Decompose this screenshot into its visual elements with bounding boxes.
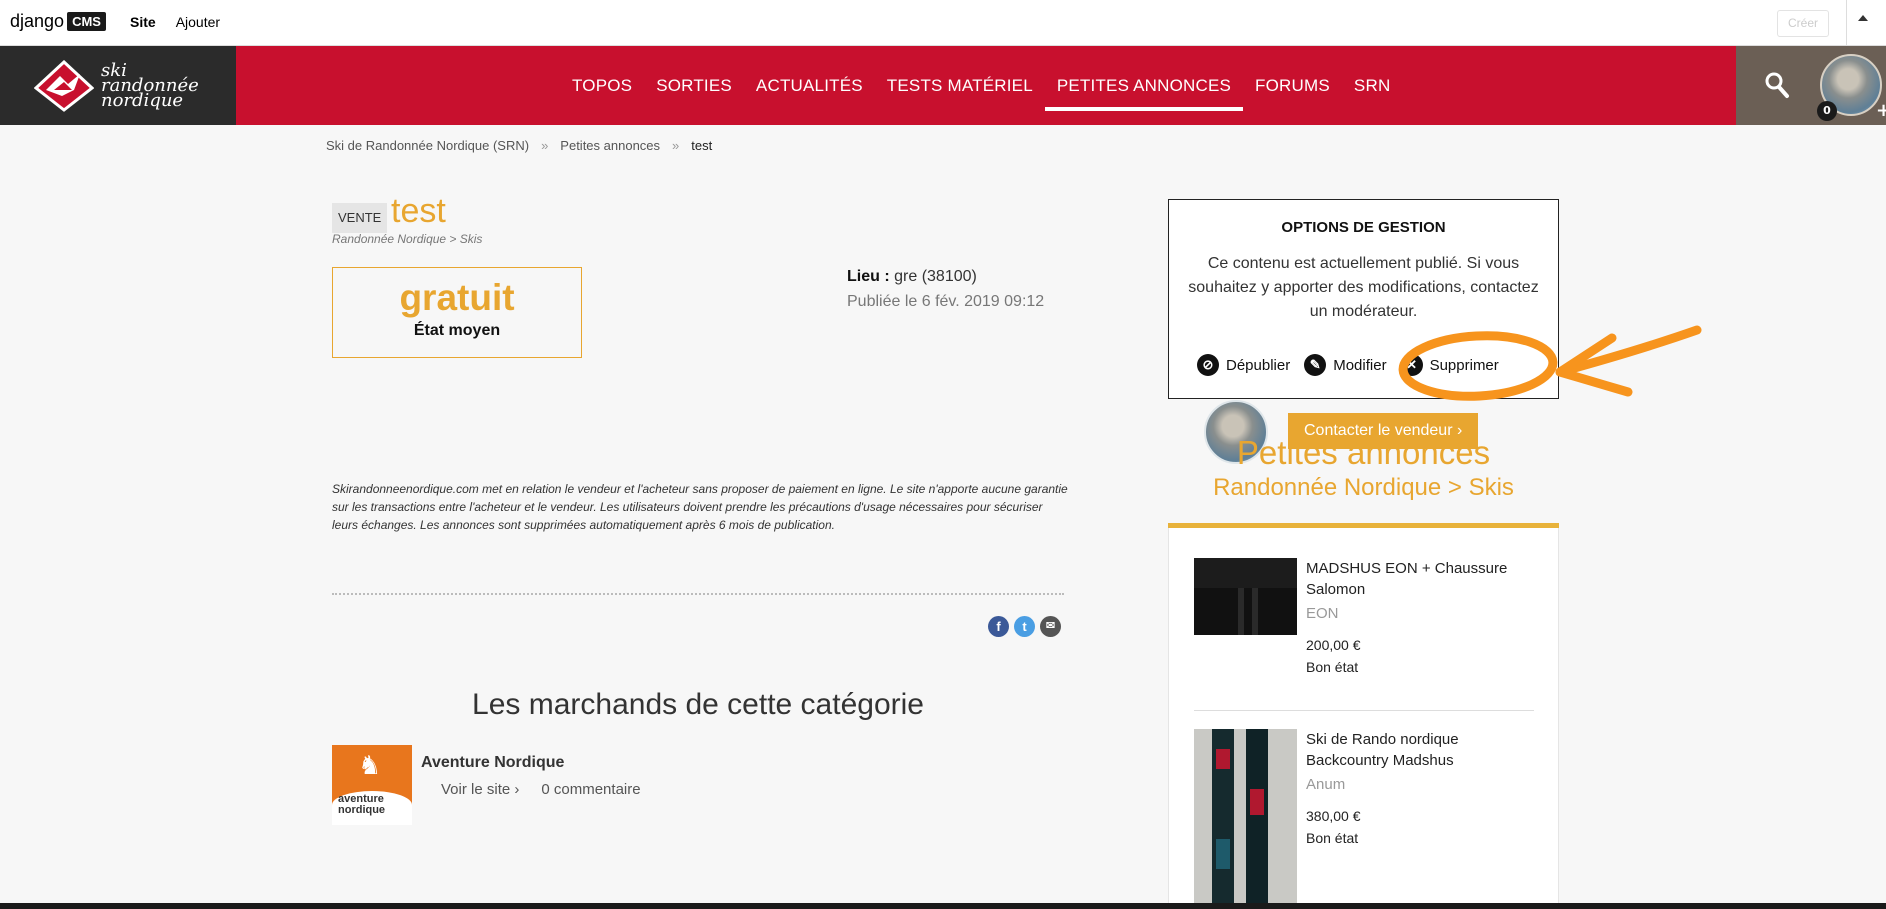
cms-menu-add[interactable]: Ajouter: [176, 14, 220, 30]
ad-price: gratuit: [399, 277, 515, 318]
ad-title: test: [391, 192, 446, 230]
edit-button[interactable]: ✎ Modifier: [1304, 354, 1387, 376]
ad-thumbnail: [1194, 558, 1297, 635]
ad-item-model: EON: [1306, 605, 1339, 622]
nav-item-sorties[interactable]: SORTIES: [656, 46, 732, 125]
merchant-site-label: Voir le site: [441, 781, 511, 798]
cms-menu: Site Ajouter: [130, 14, 220, 30]
ad-item-model: Anum: [1306, 776, 1346, 793]
site-header: ski randonnée nordique TOPOS SORTIES ACT…: [0, 46, 1886, 125]
ad-thumbnail: [1194, 729, 1297, 909]
notification-count-badge: 0: [1817, 101, 1837, 121]
merchant-name[interactable]: Aventure Nordique: [421, 754, 564, 772]
plus-icon: +: [1876, 100, 1886, 121]
nav-item-forums[interactable]: FORUMS: [1255, 46, 1330, 125]
close-icon: ✕: [1400, 354, 1423, 376]
site-logo[interactable]: ski randonnée nordique: [0, 46, 236, 125]
nav-item-topos[interactable]: TOPOS: [572, 46, 632, 125]
breadcrumb-current: test: [691, 138, 713, 153]
facebook-icon[interactable]: f: [988, 616, 1009, 637]
cms-create-button[interactable]: Créer: [1777, 10, 1829, 37]
delete-label: Supprimer: [1429, 356, 1499, 374]
breadcrumb-link-ads[interactable]: Petites annonces: [560, 138, 660, 153]
unpublish-icon: ⊘: [1197, 354, 1219, 376]
cms-logo[interactable]: django CMS: [10, 11, 106, 32]
main-nav: TOPOS SORTIES ACTUALITÉS TESTS MATÉRIEL …: [572, 46, 1390, 125]
management-text: Ce contenu est actuellement publié. Si v…: [1188, 255, 1539, 320]
bottom-strip: [0, 903, 1886, 909]
edit-label: Modifier: [1333, 356, 1387, 374]
share-buttons: f t ✉: [988, 616, 1061, 637]
header-tools: 0 +: [1736, 46, 1886, 125]
merchant-links: Voir le site › 0 commentaire: [441, 781, 641, 798]
ad-condition: État moyen: [413, 322, 501, 339]
breadcrumb-separator: »: [541, 138, 549, 153]
annotation-overlay: [1398, 325, 1702, 401]
cms-menu-site[interactable]: Site: [130, 14, 156, 30]
ad-info: MADSHUS EON + Chaussure Salomon EON 200,…: [1306, 558, 1536, 675]
merchants-title: Les marchands de cette catégorie: [472, 688, 924, 721]
ad-disclaimer: Skirandonneenordique.com met en relation…: [332, 482, 1068, 532]
merchant-comments-link[interactable]: 0 commentaire: [541, 781, 640, 798]
ad-item-condition: Bon état: [1306, 830, 1359, 846]
brand-text: ski randonnée nordique: [101, 62, 199, 110]
nav-item-actualites[interactable]: ACTUALITÉS: [756, 46, 863, 125]
delete-button[interactable]: ✕ Supprimer: [1400, 354, 1499, 376]
list-divider: [1194, 710, 1534, 711]
nav-item-petites-annonces[interactable]: PETITES ANNONCES: [1044, 46, 1244, 125]
merchant-logo[interactable]: ♞ aventure nordique: [332, 745, 412, 825]
ad-category: Randonnée Nordique > Skis: [332, 232, 483, 246]
sidebar-title: Petites annonces: [1236, 434, 1491, 471]
sidebar-ad-list: MADSHUS EON + Chaussure Salomon EON 200,…: [1168, 528, 1559, 909]
cms-toolbar: django CMS Site Ajouter Créer: [0, 0, 1886, 46]
sidebar-subtitle: Randonnée Nordique > Skis: [1213, 474, 1514, 501]
cms-logo-text: django: [10, 11, 65, 31]
management-actions: ⊘ Dépublier ✎ Modifier ✕ Supprimer: [1197, 354, 1499, 376]
pencil-icon: ✎: [1304, 354, 1327, 376]
ad-item-title: Ski de Rando nordique Backcountry Madshu…: [1306, 731, 1459, 769]
price-box: gratuit État moyen: [332, 267, 582, 358]
ad-item-title: MADSHUS EON + Chaussure Salomon: [1306, 560, 1508, 598]
nav-item-srn[interactable]: SRN: [1354, 46, 1391, 125]
ad-info: Ski de Rando nordique Backcountry Madshu…: [1306, 729, 1536, 846]
unpublish-label: Dépublier: [1226, 356, 1291, 374]
unpublish-button[interactable]: ⊘ Dépublier: [1197, 354, 1290, 376]
annotation-arrowhead: [1555, 333, 1633, 397]
breadcrumb-link-home[interactable]: Ski de Randonnée Nordique (SRN): [326, 138, 529, 153]
ad-type-badge: VENTE: [332, 203, 388, 233]
breadcrumb: Ski de Randonnée Nordique (SRN) » Petite…: [326, 138, 712, 153]
breadcrumb-separator: »: [672, 138, 680, 153]
cms-logo-box: CMS: [67, 12, 106, 31]
ad-item-price: 380,00 €: [1306, 808, 1361, 824]
search-icon[interactable]: [1764, 71, 1790, 99]
deer-icon: ♞: [358, 751, 382, 781]
ad-item-condition: Bon état: [1306, 659, 1359, 675]
brand-mark-icon: [34, 60, 94, 112]
ad-item-price: 200,00 €: [1306, 637, 1361, 653]
management-title: OPTIONS DE GESTION: [1281, 219, 1446, 236]
merchant-site-link[interactable]: Voir le site ›: [441, 781, 519, 798]
ad-published-date: Publiée le 6 fév. 2019 09:12: [847, 293, 1045, 310]
mail-icon[interactable]: ✉: [1040, 616, 1061, 637]
nav-item-tests-materiel[interactable]: TESTS MATÉRIEL: [887, 46, 1033, 125]
ad-location: Lieu : gre (38100): [847, 268, 977, 286]
cms-collapse-icon[interactable]: [1858, 15, 1868, 21]
twitter-icon[interactable]: t: [1014, 616, 1035, 637]
annotation-arrow: [1555, 325, 1702, 377]
dotted-divider: [332, 593, 1064, 595]
location-label: Lieu :: [847, 268, 890, 285]
chevron-right-icon: ›: [514, 781, 520, 798]
merchant-logo-text: aventure nordique: [338, 793, 386, 816]
management-panel: OPTIONS DE GESTION Ce contenu est actuel…: [1168, 199, 1559, 399]
location-value: gre (38100): [894, 268, 977, 285]
cms-divider: [1846, 0, 1847, 46]
